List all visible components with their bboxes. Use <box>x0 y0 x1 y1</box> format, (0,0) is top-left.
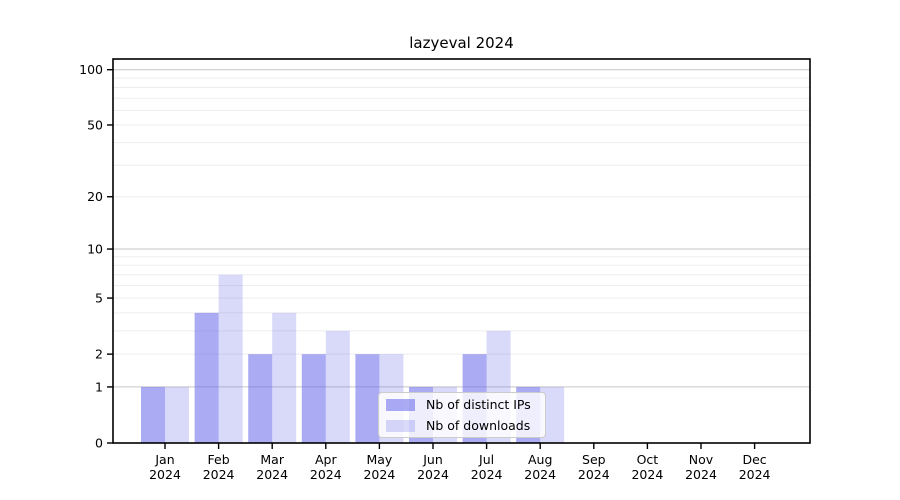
bar-downloads-jan <box>165 387 189 443</box>
x-tick-label-apr: Apr2024 <box>310 452 342 482</box>
y-tick-label: 50 <box>87 117 103 132</box>
bar-distinct-ips-jan <box>141 387 165 443</box>
legend-label-downloads: Nb of downloads <box>426 418 530 433</box>
bar-distinct-ips-apr <box>302 354 326 443</box>
legend-label-distinct-ips: Nb of distinct IPs <box>426 397 531 412</box>
legend-swatch-distinct-ips <box>386 399 415 411</box>
x-tick-label-aug: Aug2024 <box>524 452 556 482</box>
chart-figure: lazyeval 2024 0125102050100Jan2024Feb202… <box>0 0 900 500</box>
y-tick-label: 20 <box>87 189 103 204</box>
legend: Nb of distinct IPs Nb of downloads <box>378 392 546 438</box>
x-tick-label-sep: Sep2024 <box>578 452 610 482</box>
bar-downloads-feb <box>219 275 243 443</box>
y-tick-label: 100 <box>79 62 103 77</box>
x-tick-label-oct: Oct2024 <box>631 452 663 482</box>
x-tick-label-nov: Nov2024 <box>685 452 717 482</box>
y-tick-label: 0 <box>95 436 103 451</box>
x-tick-label-jan: Jan2024 <box>149 452 181 482</box>
legend-item-downloads: Nb of downloads <box>386 418 539 433</box>
bar-distinct-ips-mar <box>248 354 272 443</box>
bar-distinct-ips-may <box>355 354 379 443</box>
legend-item-distinct-ips: Nb of distinct IPs <box>386 397 539 412</box>
bar-downloads-apr <box>326 331 350 443</box>
y-tick-label: 2 <box>95 347 103 362</box>
x-tick-label-jul: Jul2024 <box>471 452 503 482</box>
x-tick-label-may: May2024 <box>363 452 395 482</box>
y-tick-label: 5 <box>95 291 103 306</box>
bar-downloads-mar <box>272 313 296 443</box>
bar-distinct-ips-feb <box>195 313 219 443</box>
x-tick-label-mar: Mar2024 <box>256 452 288 482</box>
y-tick-label: 1 <box>95 379 103 394</box>
legend-swatch-downloads <box>386 420 415 432</box>
x-tick-label-jun: Jun2024 <box>417 452 449 482</box>
y-tick-label: 10 <box>87 242 103 257</box>
x-tick-label-dec: Dec2024 <box>739 452 771 482</box>
x-tick-label-feb: Feb2024 <box>203 452 235 482</box>
